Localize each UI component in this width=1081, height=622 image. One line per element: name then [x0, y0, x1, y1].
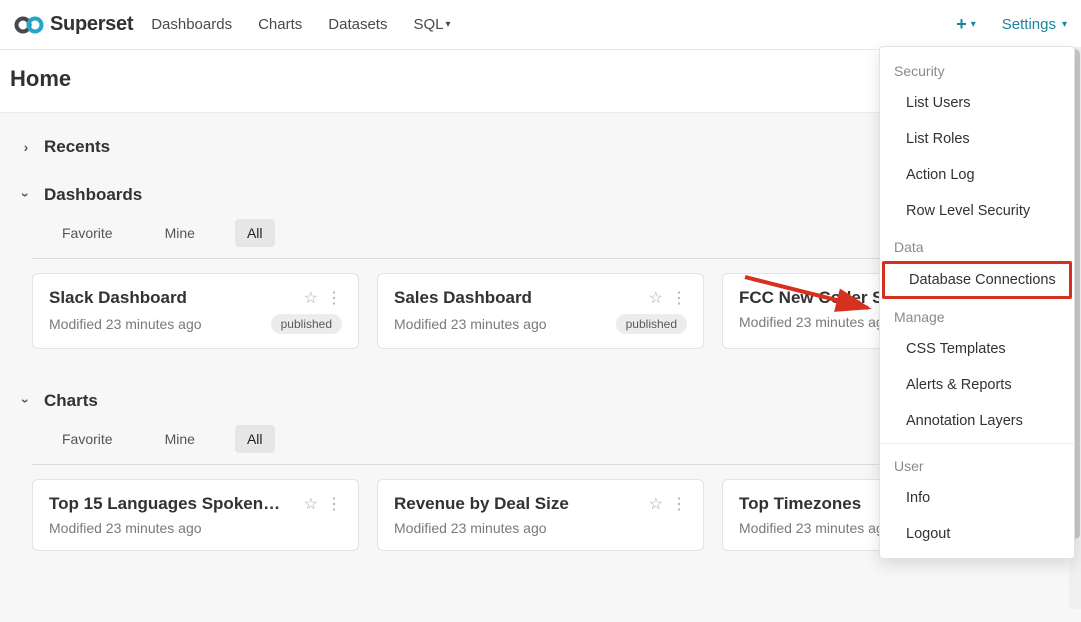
nav-sql[interactable]: SQL▾	[413, 16, 450, 33]
card-title: Revenue by Deal Size	[394, 494, 641, 514]
chart-card[interactable]: Revenue by Deal Size ☆ ⋮ Modified 23 min…	[377, 479, 704, 551]
charts-tabs: Favorite Mine All	[50, 425, 275, 453]
section-title: Charts	[44, 391, 98, 411]
settings-menu-button[interactable]: Settings ▾	[1002, 16, 1067, 33]
dashboards-tabs: Favorite Mine All	[50, 219, 275, 247]
chevron-down-icon: ›	[18, 187, 34, 203]
dashboard-card[interactable]: Sales Dashboard ☆ ⋮ Modified 23 minutes …	[377, 273, 704, 349]
caret-down-icon: ▾	[971, 19, 976, 30]
settings-dropdown: Security List Users List Roles Action Lo…	[879, 46, 1075, 559]
menu-annotation-layers[interactable]: Annotation Layers	[880, 403, 1074, 439]
section-title: Recents	[44, 137, 110, 157]
card-modified: Modified 23 minutes ago	[739, 314, 892, 330]
menu-database-connections[interactable]: Database Connections	[882, 261, 1072, 299]
menu-list-roles[interactable]: List Roles	[880, 121, 1074, 157]
more-vertical-icon[interactable]: ⋮	[326, 494, 342, 514]
card-modified: Modified 23 minutes ago	[394, 316, 547, 332]
more-vertical-icon[interactable]: ⋮	[326, 288, 342, 308]
settings-label: Settings	[1002, 16, 1056, 33]
chevron-right-icon: ›	[18, 139, 34, 155]
dropdown-section-user: User	[880, 448, 1074, 480]
card-title: Slack Dashboard	[49, 288, 296, 308]
card-modified: Modified 23 minutes ago	[49, 520, 202, 536]
nav-charts[interactable]: Charts	[258, 16, 302, 33]
brand-text: Superset	[50, 13, 133, 36]
nav-links: Dashboards Charts Datasets SQL▾	[151, 16, 450, 33]
status-badge: published	[271, 314, 342, 334]
card-modified: Modified 23 minutes ago	[49, 316, 202, 332]
chevron-down-icon: ›	[18, 393, 34, 409]
menu-action-log[interactable]: Action Log	[880, 157, 1074, 193]
menu-css-templates[interactable]: CSS Templates	[880, 331, 1074, 367]
menu-row-level-security[interactable]: Row Level Security	[880, 193, 1074, 229]
star-outline-icon[interactable]: ☆	[304, 494, 318, 514]
tab-favorite[interactable]: Favorite	[50, 219, 125, 247]
card-modified: Modified 23 minutes ago	[394, 520, 547, 536]
add-menu-button[interactable]: + ▾	[956, 14, 976, 35]
more-vertical-icon[interactable]: ⋮	[671, 494, 687, 514]
dropdown-section-manage: Manage	[880, 299, 1074, 331]
card-modified: Modified 23 minutes ago	[739, 520, 892, 536]
tab-favorite[interactable]: Favorite	[50, 425, 125, 453]
menu-alerts-reports[interactable]: Alerts & Reports	[880, 367, 1074, 403]
dropdown-section-security: Security	[880, 53, 1074, 85]
tab-all[interactable]: All	[235, 425, 275, 453]
caret-down-icon: ▾	[445, 19, 450, 30]
card-title: Sales Dashboard	[394, 288, 641, 308]
brand[interactable]: Superset	[14, 13, 133, 36]
tab-mine[interactable]: Mine	[153, 425, 207, 453]
menu-logout[interactable]: Logout	[880, 516, 1074, 552]
more-vertical-icon[interactable]: ⋮	[671, 288, 687, 308]
menu-info[interactable]: Info	[880, 480, 1074, 516]
top-right: + ▾ Settings ▾	[956, 14, 1067, 35]
plus-icon: +	[956, 14, 967, 35]
card-title: Top 15 Languages Spoken…	[49, 494, 296, 514]
dashboard-card[interactable]: Slack Dashboard ☆ ⋮ Modified 23 minutes …	[32, 273, 359, 349]
star-outline-icon[interactable]: ☆	[649, 288, 663, 308]
status-badge: published	[616, 314, 687, 334]
chart-card[interactable]: Top 15 Languages Spoken… ☆ ⋮ Modified 23…	[32, 479, 359, 551]
menu-list-users[interactable]: List Users	[880, 85, 1074, 121]
dropdown-section-data: Data	[880, 229, 1074, 261]
caret-down-icon: ▾	[1062, 19, 1067, 30]
tab-mine[interactable]: Mine	[153, 219, 207, 247]
logo-icon	[14, 15, 44, 35]
tab-all[interactable]: All	[235, 219, 275, 247]
star-outline-icon[interactable]: ☆	[304, 288, 318, 308]
section-title: Dashboards	[44, 185, 142, 205]
top-nav: Superset Dashboards Charts Datasets SQL▾…	[0, 0, 1081, 50]
nav-datasets[interactable]: Datasets	[328, 16, 387, 33]
nav-dashboards[interactable]: Dashboards	[151, 16, 232, 33]
star-outline-icon[interactable]: ☆	[649, 494, 663, 514]
